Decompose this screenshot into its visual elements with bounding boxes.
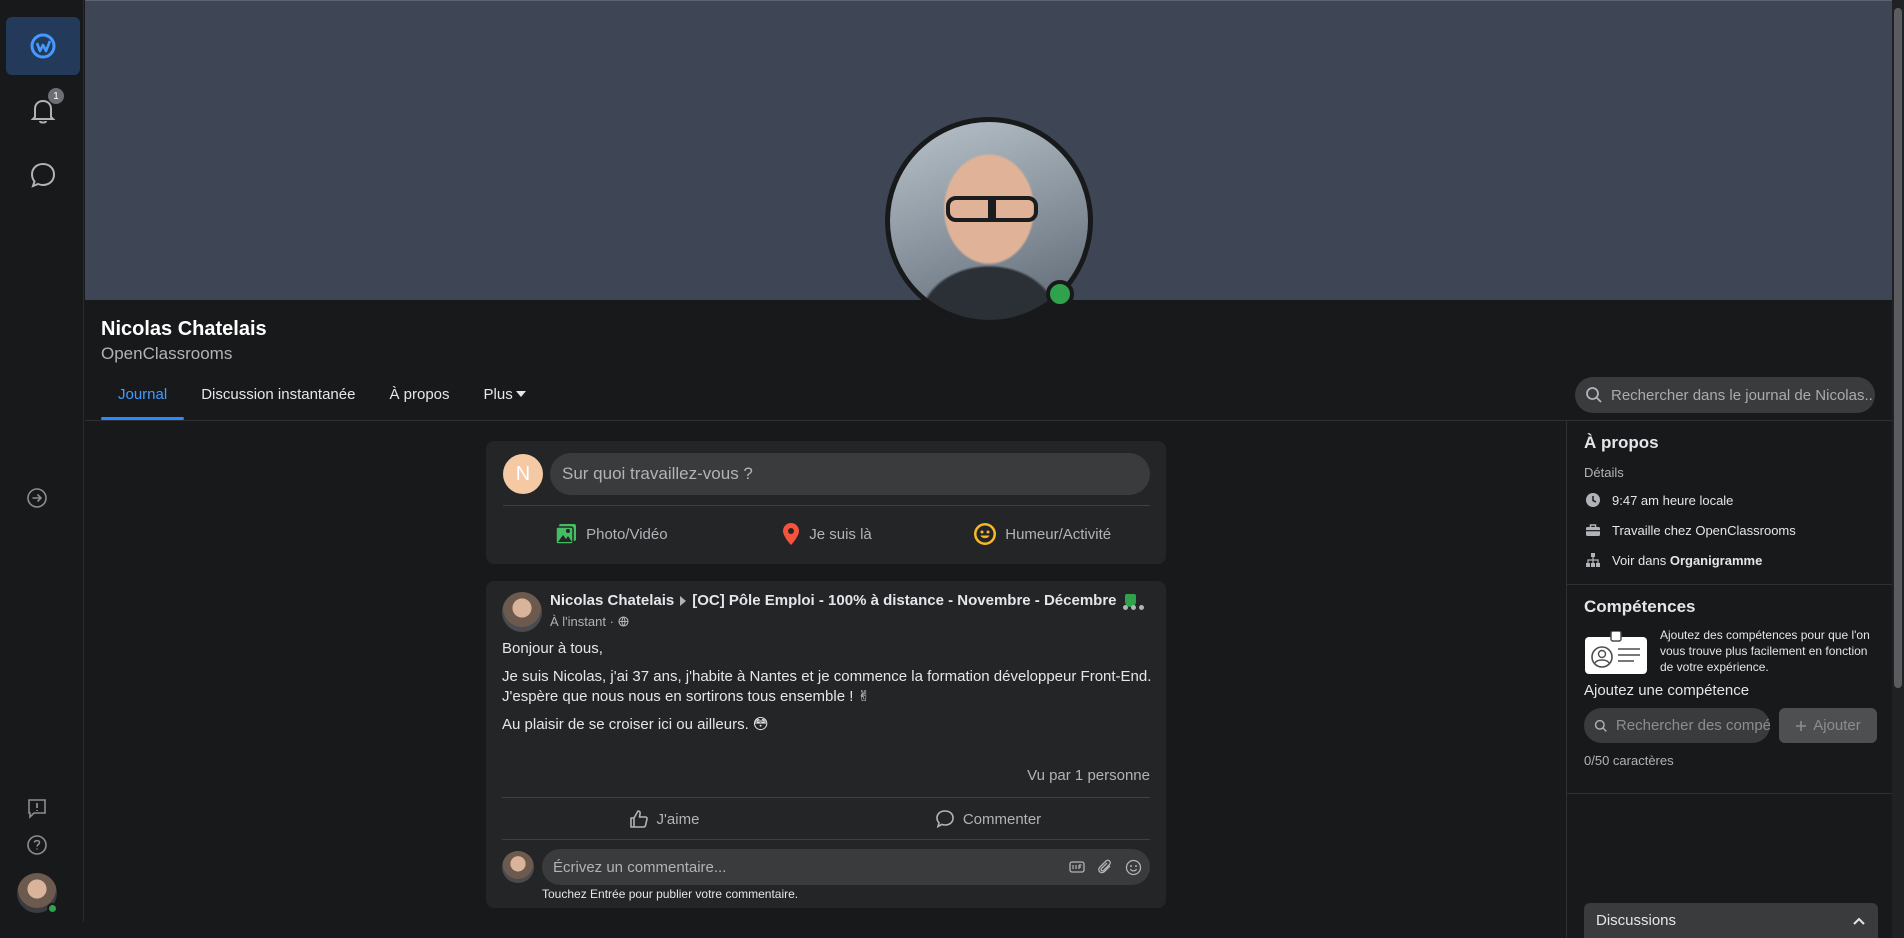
globe-icon <box>617 616 629 627</box>
post-actions: J'aime Commenter <box>502 801 1150 837</box>
dot-icon <box>1122 604 1128 610</box>
dot-icon <box>1138 604 1144 610</box>
comment-icon <box>936 810 954 829</box>
profile-tabs: Journal Discussion instantanée À propos … <box>101 384 543 420</box>
composer-divider <box>503 505 1150 506</box>
post-paragraph: Je suis Nicolas, j'ai 37 ans, j'habite à… <box>502 668 1152 705</box>
page-scrollbar[interactable] <box>1892 0 1904 938</box>
works-at-row: Travaille chez OpenClassrooms <box>1584 521 1796 539</box>
briefcase-icon <box>1586 524 1600 536</box>
notification-badge: 1 <box>48 88 64 104</box>
composer-actions: Photo/Vidéo Je suis là Humeur/Activité <box>503 511 1150 557</box>
skill-search-input[interactable]: Rechercher des compétences <box>1584 708 1770 743</box>
post-composer: N Sur quoi travaillez-vous ? Photo/Vidéo… <box>486 441 1166 564</box>
dot-icon <box>1130 604 1136 610</box>
profile-name: Nicolas Chatelais <box>101 318 267 340</box>
like-button[interactable]: J'aime <box>502 801 826 837</box>
comment-input[interactable]: Écrivez un commentaire... <box>542 849 1150 885</box>
tab-instant-chat[interactable]: Discussion instantanée <box>184 384 372 420</box>
emoji-icon <box>1125 859 1141 875</box>
location-pin-icon <box>783 523 800 545</box>
post-header: Nicolas Chatelais [OC] Pôle Emploi - 100… <box>550 592 1136 609</box>
comment-tools <box>1068 858 1142 876</box>
post-options-button[interactable] <box>1120 599 1146 615</box>
expand-rail-button[interactable] <box>22 483 52 513</box>
glasses-detail <box>946 196 1038 222</box>
add-skill-label: Ajoutez une compétence <box>1584 682 1750 699</box>
mood-activity-button[interactable]: Humeur/Activité <box>934 511 1150 557</box>
about-title: À propos <box>1584 433 1659 452</box>
section-divider <box>1567 584 1892 585</box>
add-skill-button[interactable]: Ajouter <box>1779 708 1877 743</box>
discussions-panel-toggle[interactable]: Discussions <box>1584 903 1878 938</box>
online-status-indicator <box>1046 280 1074 308</box>
plus-icon <box>1796 720 1807 731</box>
skills-title: Compétences <box>1584 597 1696 616</box>
details-label: Détails <box>1584 465 1624 480</box>
workplace-logo-icon <box>30 33 56 59</box>
skills-illustration-icon <box>1585 631 1647 674</box>
local-time-row: 9:47 am heure locale <box>1584 491 1733 509</box>
section-divider <box>1567 793 1892 794</box>
smiley-icon <box>974 523 997 545</box>
caret-down-icon <box>515 391 526 397</box>
post-divider <box>502 839 1150 840</box>
help-button[interactable] <box>22 830 52 860</box>
org-chart-icon <box>1586 553 1600 567</box>
journal-search-input[interactable]: Rechercher dans le journal de Nicolas.. <box>1575 377 1875 413</box>
user-avatar[interactable] <box>17 873 58 914</box>
post-paragraph: Bonjour à tous, <box>502 640 603 657</box>
post-paragraph: Au plaisir de se croiser ici ou ailleurs… <box>502 716 769 733</box>
photo-icon <box>555 524 577 545</box>
char-counter: 0/50 caractères <box>1584 753 1674 768</box>
online-indicator <box>47 903 58 914</box>
post-card: Nicolas Chatelais [OC] Pôle Emploi - 100… <box>486 581 1166 908</box>
chat-button[interactable] <box>6 146 80 204</box>
tab-more[interactable]: Plus <box>467 384 543 420</box>
thumbs-up-icon <box>629 810 648 828</box>
comment-hint: Touchez Entrée pour publier votre commen… <box>542 887 799 901</box>
seen-by-count[interactable]: Vu par 1 personne <box>1027 767 1150 784</box>
attach-button[interactable] <box>1096 858 1114 876</box>
notifications-button[interactable]: 1 <box>6 82 80 140</box>
composer-avatar: N <box>503 454 543 494</box>
tab-about[interactable]: À propos <box>372 384 466 420</box>
composer-input[interactable]: Sur quoi travaillez-vous ? <box>550 453 1150 495</box>
post-group-name[interactable]: [OC] Pôle Emploi - 100% à distance - Nov… <box>692 592 1116 609</box>
feedback-icon <box>28 799 46 819</box>
search-icon <box>1586 387 1602 403</box>
location-button[interactable]: Je suis là <box>719 511 935 557</box>
post-author-name[interactable]: Nicolas Chatelais <box>550 592 674 609</box>
skills-description: Ajoutez des compétences pour que l'on vo… <box>1660 628 1870 674</box>
post-timestamp[interactable]: À l'instant · <box>550 614 629 629</box>
gif-icon <box>1069 861 1085 873</box>
post-author-avatar[interactable] <box>502 592 542 632</box>
workplace-home-button[interactable] <box>6 17 80 75</box>
org-chart-row[interactable]: Voir dans Organigramme <box>1584 551 1762 569</box>
right-sidebar: À propos Détails 9:47 am heure locale Tr… <box>1566 421 1892 938</box>
search-placeholder: Rechercher dans le journal de Nicolas.. <box>1611 386 1873 404</box>
feedback-button[interactable] <box>22 793 52 823</box>
photo-video-button[interactable]: Photo/Vidéo <box>503 511 719 557</box>
scrollbar-thumb[interactable] <box>1894 8 1902 688</box>
chevron-up-icon <box>1853 917 1865 925</box>
question-mark-icon <box>27 835 47 855</box>
chat-bubble-icon <box>30 162 56 188</box>
post-divider <box>502 797 1150 798</box>
triangle-right-icon <box>680 595 687 606</box>
clock-icon <box>1586 493 1600 507</box>
left-rail: 1 <box>0 0 84 922</box>
search-icon <box>1594 719 1607 732</box>
profile-company[interactable]: OpenClassrooms <box>101 344 232 364</box>
comment-button[interactable]: Commenter <box>826 801 1150 837</box>
emoji-button[interactable] <box>1124 858 1142 876</box>
commenter-avatar <box>502 851 534 883</box>
gif-button[interactable] <box>1068 858 1086 876</box>
arrow-right-circle-icon <box>27 488 47 508</box>
tab-journal[interactable]: Journal <box>101 384 185 420</box>
paperclip-icon <box>1098 859 1111 874</box>
post-body: Bonjour à tous, Je suis Nicolas, j'ai 37… <box>502 639 1152 743</box>
